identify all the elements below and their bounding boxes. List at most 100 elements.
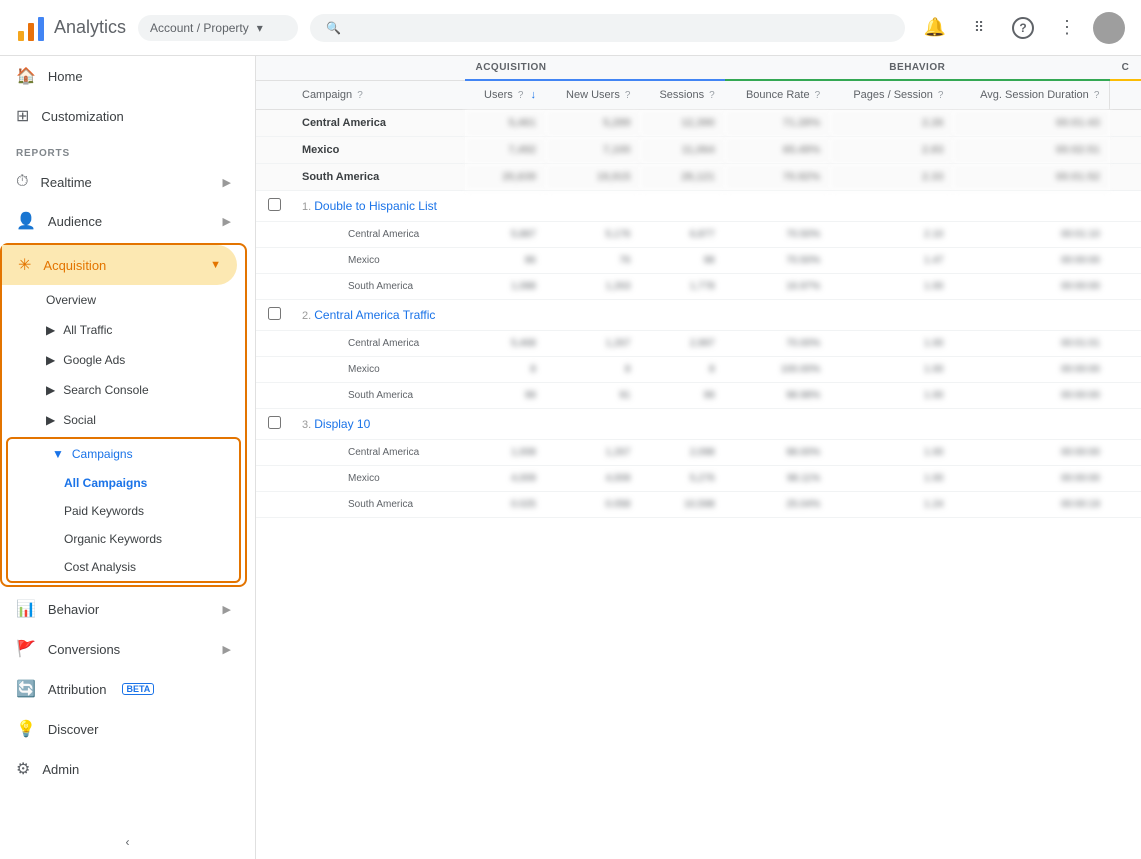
expand-icon4: ▶ [46,413,55,427]
pages-session-cell: 1.47 [830,248,953,274]
sidebar-collapse-button[interactable]: ‹ [0,825,255,859]
table-row[interactable]: 2. Central America Traffic [256,300,1141,331]
sidebar-discover-label: Discover [48,722,99,737]
col-header-sessions[interactable]: Sessions ? [640,80,724,110]
apps-button[interactable]: ⠿ [961,10,997,46]
sidebar-campaigns-label: Campaigns [72,447,133,461]
sidebar-item-search-console[interactable]: ▶ Search Console [2,375,245,405]
sidebar-item-paid-keywords[interactable]: Paid Keywords [8,497,239,525]
row-checkbox[interactable] [268,307,281,320]
campaign-name-cell[interactable]: 1. Double to Hispanic List [292,191,465,222]
account-selector-text: Account / Property [150,21,249,35]
col-header-campaign-group [256,56,465,80]
table-row: Mexico 7,492 7,100 11,064 65.49% 2.83 00… [256,137,1141,164]
col-header-avg-session[interactable]: Avg. Session Duration ? [953,80,1109,110]
avg-session-cell [953,300,1109,331]
sessions-cell: 99 [640,383,724,409]
search-bar[interactable]: 🔍 [310,14,905,42]
sidebar-item-organic-keywords[interactable]: Organic Keywords [8,525,239,553]
sidebar-item-all-traffic[interactable]: ▶ All Traffic [2,315,245,345]
pages-session-cell: 1.00 [830,383,953,409]
sidebar-item-admin[interactable]: ⚙ Admin [0,749,247,789]
campaign-name-cell[interactable]: 2. Central America Traffic [292,300,465,331]
table-row: Mexico 86 76 98 70.50% 1.47 00:00:00 [256,248,1141,274]
bounce-rate-help-icon[interactable]: ? [815,90,821,101]
table-row: South America 0.025 0.058 10,598 25.04% … [256,492,1141,518]
table-row: Central America 5,887 5,176 6,877 70.50%… [256,222,1141,248]
users-cell: 5,468 [465,331,546,357]
col-header-pages-session[interactable]: Pages / Session ? [830,80,953,110]
sidebar-item-all-campaigns[interactable]: All Campaigns [8,469,239,497]
sessions-help-icon[interactable]: ? [709,90,715,101]
row-checkbox[interactable] [268,416,281,429]
topbar: Analytics Account / Property ▾ 🔍 🔔 ⠿ ? ⋮ [0,0,1141,56]
avg-session-cell: 00:02:51 [953,137,1109,164]
conversion-cell [1110,191,1141,222]
table-row[interactable]: 3. Display 10 [256,409,1141,440]
campaign-link[interactable]: Central America Traffic [314,308,435,322]
conversion-cell [1110,357,1141,383]
notifications-button[interactable]: 🔔 [917,10,953,46]
campaign-help-icon[interactable]: ? [357,90,363,101]
search-input[interactable] [349,20,889,36]
sidebar-item-behavior[interactable]: 📊 Behavior ▶ [0,589,247,629]
row-checkbox-cell[interactable] [256,191,292,222]
col-header-new-users[interactable]: New Users ? [546,80,641,110]
col-header-bounce-rate[interactable]: Bounce Rate ? [725,80,830,110]
sidebar-item-discover[interactable]: 💡 Discover [0,709,247,749]
avatar[interactable] [1093,12,1125,44]
sidebar-item-conversions[interactable]: 🚩 Conversions ▶ [0,629,247,669]
sidebar-item-attribution[interactable]: 🔄 Attribution BETA [0,669,247,709]
avg-session-cell: 00:00:00 [953,440,1109,466]
sidebar-item-overview[interactable]: Overview [2,285,245,315]
col-header-campaign: Campaign ? [292,80,465,110]
users-help-icon[interactable]: ? [518,90,524,101]
table-row[interactable]: 1. Double to Hispanic List [256,191,1141,222]
avg-session-cell [953,191,1109,222]
col-header-users[interactable]: Users ? ↓ [465,80,546,110]
sidebar-attribution-label: Attribution [48,682,107,697]
campaign-link[interactable]: Double to Hispanic List [314,199,437,213]
pages-session-cell [830,409,953,440]
customization-icon: ⊞ [16,106,29,126]
row-checkbox-cell[interactable] [256,409,292,440]
new-users-cell: 0.058 [546,492,641,518]
region-name-cell: Mexico [292,248,465,274]
sidebar-item-campaigns[interactable]: ▼ Campaigns [8,439,239,469]
sidebar-item-cost-analysis[interactable]: Cost Analysis [8,553,239,581]
sidebar-google-ads-label: Google Ads [63,353,125,367]
sidebar-item-audience[interactable]: 👤 Audience ▶ [0,201,247,241]
row-checkbox-cell [256,137,292,164]
avg-session-cell: 00:00:19 [953,492,1109,518]
sidebar-item-home[interactable]: 🏠 Home [0,56,247,96]
sidebar-item-realtime[interactable]: ⏱ Realtime ▶ [0,163,247,201]
campaign-link[interactable]: Display 10 [314,417,370,431]
row-checkbox-cell [256,383,292,409]
new-users-help-icon[interactable]: ? [625,90,631,101]
row-checkbox-cell[interactable] [256,300,292,331]
collapse-sidebar-icon: ‹ [126,835,130,849]
sessions-cell: 6,877 [640,222,724,248]
conversion-cell [1110,409,1141,440]
sidebar-item-social[interactable]: ▶ Social [2,405,245,435]
help-button[interactable]: ? [1005,10,1041,46]
topbar-actions: 🔔 ⠿ ? ⋮ [917,10,1125,46]
conversion-cell [1110,164,1141,191]
pages-session-help-icon[interactable]: ? [938,90,944,101]
sidebar-social-label: Social [63,413,96,427]
sidebar-item-acquisition[interactable]: ✳ Acquisition ▼ [2,245,237,285]
more-button[interactable]: ⋮ [1049,10,1085,46]
campaign-name-cell[interactable]: 3. Display 10 [292,409,465,440]
sessions-cell: 2,098 [640,440,724,466]
row-checkbox[interactable] [268,198,281,211]
more-vertical-icon: ⋮ [1058,17,1076,38]
avg-session-cell: 00:00:00 [953,383,1109,409]
account-selector[interactable]: Account / Property ▾ [138,15,298,41]
avg-session-cell: 00:01:01 [953,331,1109,357]
table-row: South America 99 91 99 98.98% 1.00 00:00… [256,383,1141,409]
avg-session-cell: 00:01:10 [953,222,1109,248]
sidebar-item-customization[interactable]: ⊞ Customization [0,96,247,136]
conversion-cell [1110,274,1141,300]
avg-session-help-icon[interactable]: ? [1094,90,1100,101]
sidebar-item-google-ads[interactable]: ▶ Google Ads [2,345,245,375]
